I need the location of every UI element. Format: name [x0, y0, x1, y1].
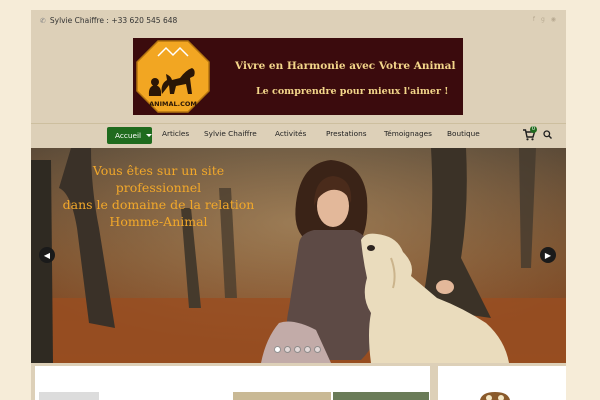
slider-dot[interactable] [304, 346, 311, 353]
rss-icon[interactable]: ◉ [551, 16, 556, 23]
slider-dot[interactable] [284, 346, 291, 353]
slide-caption-line: Homme-Animal [109, 214, 208, 229]
top-bar: ✆ Sylvie Chaiffre : +33 620 545 648 f g … [31, 10, 566, 30]
slider-next-button[interactable]: ▶ [540, 247, 556, 263]
article-thumbnail[interactable] [233, 392, 331, 400]
header-banner[interactable]: ANIMAL.COM Vivre en Harmonie avec Votre … [133, 38, 463, 115]
slider-dot[interactable] [274, 346, 281, 353]
nav-item-prestations[interactable]: Prestations [326, 129, 367, 138]
chevron-left-icon: ◀ [43, 250, 51, 260]
search-icon[interactable] [543, 130, 552, 139]
slide-caption-line: dans le domaine de la relation [62, 197, 255, 212]
nav-item-label: Accueil [115, 131, 142, 140]
article-thumbnail[interactable] [39, 392, 99, 400]
phone-icon: ✆ [40, 16, 46, 25]
slide-caption-line: Vous êtes sur un site [92, 163, 225, 178]
nav-item-accueil[interactable]: Accueil [107, 127, 153, 144]
chevron-down-icon [146, 134, 153, 137]
contact-info: ✆ Sylvie Chaiffre : +33 620 545 648 [40, 16, 177, 25]
article-thumbnail[interactable] [333, 392, 429, 400]
owl-icon[interactable] [478, 392, 512, 400]
slider-dot[interactable] [314, 346, 321, 353]
slider-prev-button[interactable]: ◀ [39, 247, 55, 263]
banner-subtitle: Le comprendre pour mieux l'aimer ! [256, 86, 449, 97]
nav-item-temoignages[interactable]: Témoignages [384, 129, 432, 138]
logo-text: ANIMAL.COM [149, 100, 197, 108]
nav-item-activites[interactable]: Activités [275, 129, 306, 138]
banner-title: Vivre en Harmonie avec Votre Animal [235, 60, 456, 72]
slide-caption: Vous êtes sur un site professionnel dans… [31, 162, 286, 230]
cart-count-badge: 0 [530, 126, 537, 133]
social-links: f g ◉ [533, 16, 556, 23]
animal-logo[interactable]: ANIMAL.COM [136, 40, 210, 113]
nav-item-boutique[interactable]: Boutique [447, 129, 480, 138]
slide-caption-line: professionnel [115, 180, 202, 195]
sidebar [438, 366, 566, 400]
contact-text: Sylvie Chaiffre : +33 620 545 648 [49, 16, 178, 25]
facebook-icon[interactable]: f [533, 16, 535, 23]
slider-dot[interactable] [294, 346, 301, 353]
nav-item-sylvie-chaiffre[interactable]: Sylvie Chaiffre [204, 129, 257, 138]
main-nav: Accueil Articles Sylvie Chaiffre Activit… [31, 123, 566, 147]
hero-slider[interactable]: Vous êtes sur un site professionnel dans… [31, 148, 566, 363]
main-content [35, 366, 430, 400]
google-plus-icon[interactable]: g [541, 16, 545, 23]
nav-item-articles[interactable]: Articles [162, 129, 189, 138]
chevron-right-icon: ▶ [544, 250, 552, 260]
slider-pagination [274, 346, 321, 353]
page-container: ✆ Sylvie Chaiffre : +33 620 545 648 f g … [31, 10, 566, 400]
